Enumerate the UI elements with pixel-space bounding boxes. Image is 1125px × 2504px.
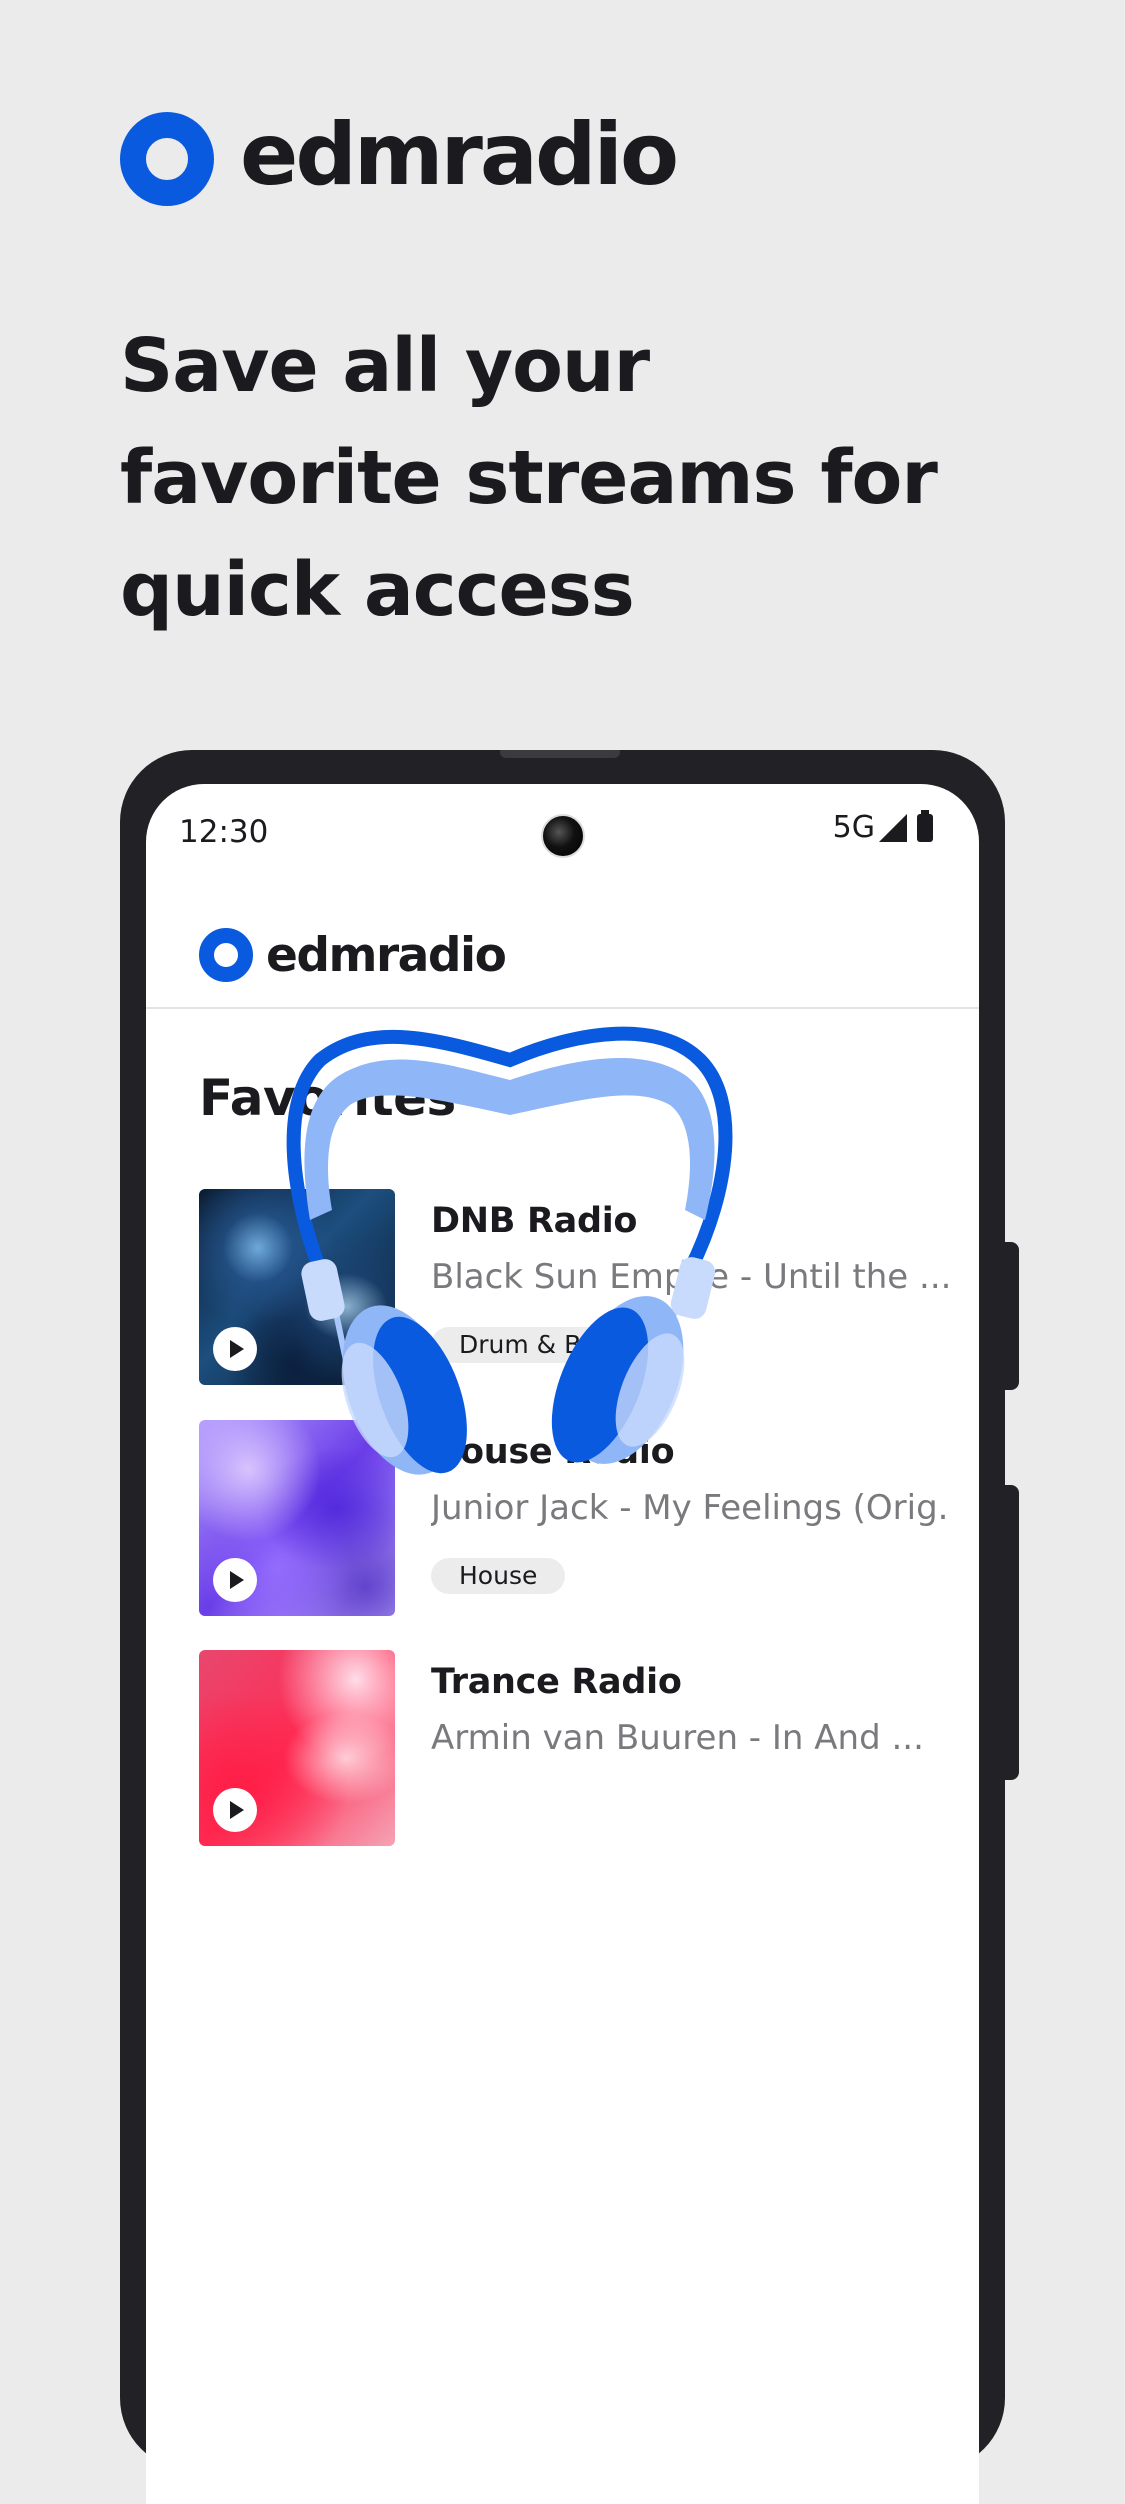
phone-speaker xyxy=(500,750,620,758)
signal-icon xyxy=(879,813,907,842)
headphones-icon xyxy=(286,1026,733,1475)
play-icon[interactable] xyxy=(213,1327,257,1371)
play-icon[interactable] xyxy=(213,1788,257,1832)
volume-button xyxy=(1003,1485,1019,1780)
station-title: Trance Radio xyxy=(431,1662,682,1702)
network-label: 5G xyxy=(832,810,875,845)
headline: Save all your favorite streams for quick… xyxy=(120,310,1020,646)
phone-mockup: 12:30 5G edmradio Favorites DNB Radio Bl… xyxy=(120,750,1019,2504)
app-logo-icon xyxy=(199,928,253,982)
station-item-trance[interactable]: Trance Radio Armin van Buuren - In And .… xyxy=(199,1650,959,1846)
logo-ring-icon xyxy=(120,112,214,206)
headline-line-1: Save all your xyxy=(120,323,650,409)
power-button xyxy=(1003,1242,1019,1390)
station-artwork[interactable] xyxy=(199,1650,395,1846)
headline-line-3: quick access xyxy=(120,547,635,633)
headline-line-2: favorite streams for xyxy=(120,435,938,521)
play-icon[interactable] xyxy=(213,1558,257,1602)
brand-name: edmradio xyxy=(240,105,679,205)
battery-icon xyxy=(917,809,933,842)
status-bar: 12:30 5G xyxy=(146,784,979,894)
camera-cutout xyxy=(541,814,585,858)
status-network: 5G xyxy=(832,809,933,845)
brand-logo: edmradio xyxy=(120,105,679,206)
station-track: Armin van Buuren - In And ... xyxy=(431,1718,924,1758)
app-name: edmradio xyxy=(266,928,507,983)
status-time: 12:30 xyxy=(179,814,269,850)
app-bar: edmradio xyxy=(146,894,979,1009)
genre-chip[interactable]: House xyxy=(431,1558,566,1594)
